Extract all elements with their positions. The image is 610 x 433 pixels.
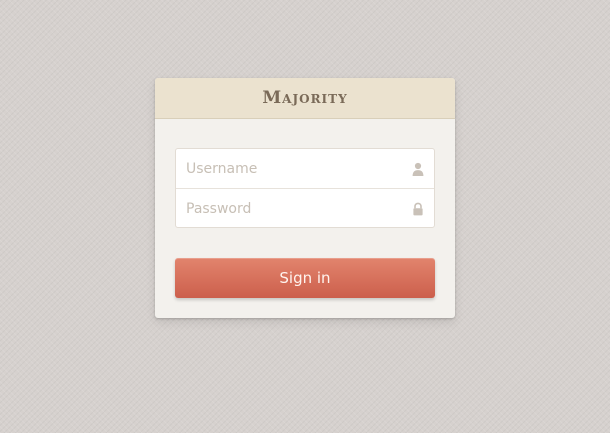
sign-in-button[interactable]: Sign in bbox=[175, 258, 435, 298]
password-row bbox=[176, 188, 434, 228]
user-icon bbox=[412, 162, 424, 176]
brand-title: Majority bbox=[262, 87, 348, 108]
username-row bbox=[176, 149, 434, 188]
card-header: Majority bbox=[155, 78, 455, 119]
login-card: Majority Sign in bbox=[155, 78, 455, 318]
username-input[interactable] bbox=[186, 149, 398, 188]
lock-icon bbox=[413, 202, 423, 215]
credentials-fieldset bbox=[175, 148, 435, 228]
password-input[interactable] bbox=[186, 189, 398, 228]
